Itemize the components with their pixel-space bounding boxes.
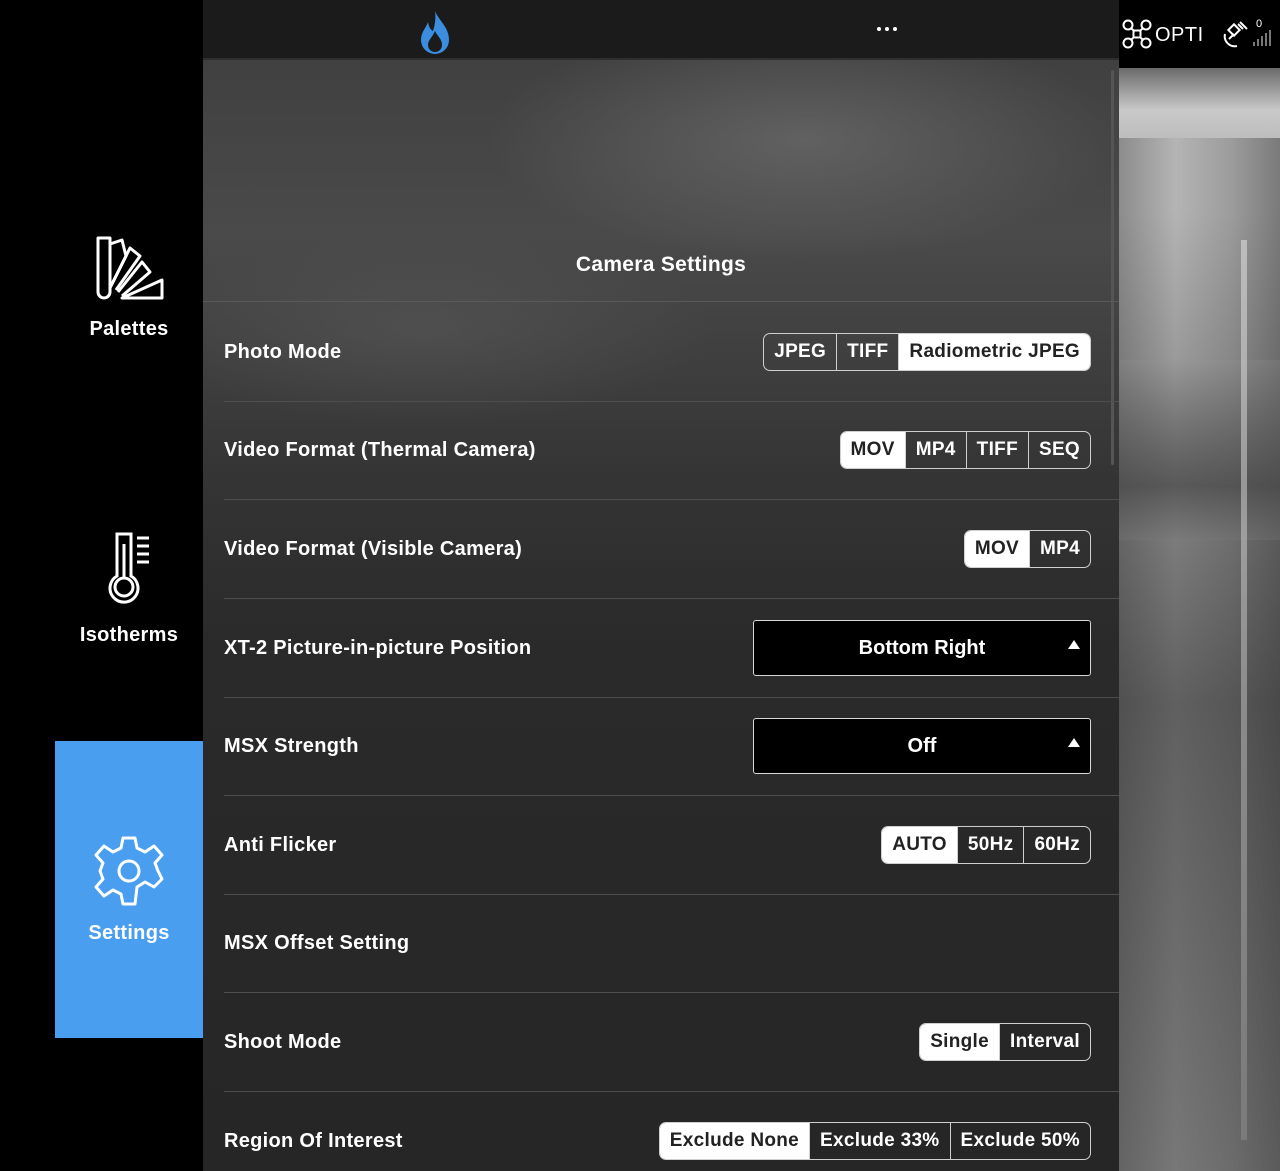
shoot-mode-single-button[interactable]: Single — [920, 1024, 999, 1060]
video-thermal-seq-button[interactable]: SEQ — [1027, 432, 1090, 468]
more-dots-icon[interactable] — [867, 14, 907, 44]
shoot-mode-interval-button[interactable]: Interval — [999, 1024, 1090, 1060]
photo-mode-tiff-button[interactable]: TIFF — [836, 334, 898, 370]
roi-segmented-control: Exclude None Exclude 33% Exclude 50% — [658, 1122, 1091, 1160]
live-view-area — [1119, 360, 1280, 540]
gear-icon — [94, 836, 164, 906]
page-title: Camera Settings — [575, 253, 747, 276]
dropdown-value: Bottom Right — [858, 636, 986, 659]
caret-up-icon — [1068, 640, 1080, 649]
video-thermal-tiff-button[interactable]: TIFF — [965, 432, 1028, 468]
setting-row-pip-position: XT-2 Picture-in-picture Position Bottom … — [224, 599, 1119, 698]
roi-exclude-33-button[interactable]: Exclude 33% — [809, 1123, 949, 1159]
sidebar: Palettes Isotherms Settings — [0, 0, 203, 1171]
caret-up-icon — [1068, 738, 1080, 747]
live-view-area — [1241, 240, 1247, 1140]
setting-row-msx-strength: MSX Strength Off — [224, 697, 1119, 796]
msx-strength-dropdown[interactable]: Off — [753, 718, 1091, 774]
setting-label: XT-2 Picture-in-picture Position — [224, 636, 532, 659]
setting-label: Region Of Interest — [224, 1129, 403, 1152]
setting-row-video-format-visible: Video Format (Visible Camera) MOV MP4 — [224, 500, 1119, 599]
setting-label: Shoot Mode — [224, 1030, 342, 1053]
sidebar-item-palettes[interactable]: Palettes — [55, 232, 203, 372]
satellite-count: 0 — [1256, 18, 1263, 30]
sidebar-item-label: Isotherms — [79, 624, 179, 646]
roi-exclude-none-button[interactable]: Exclude None — [659, 1123, 810, 1159]
setting-label: MSX Offset Setting — [224, 931, 410, 954]
setting-row-photo-mode: Photo Mode JPEG TIFF Radiometric JPEG — [224, 303, 1119, 402]
setting-row-region-of-interest: Region Of Interest Exclude None Exclude … — [224, 1092, 1119, 1171]
anti-flicker-auto-button[interactable]: AUTO — [882, 827, 957, 863]
setting-label: Video Format (Visible Camera) — [224, 537, 523, 560]
setting-row-anti-flicker: Anti Flicker AUTO 50Hz 60Hz — [224, 796, 1119, 895]
status-bar: OPTI 0 — [1119, 0, 1280, 68]
setting-label: MSX Strength — [224, 734, 359, 757]
anti-flicker-segmented-control: AUTO 50Hz 60Hz — [881, 826, 1091, 864]
photo-mode-jpeg-button[interactable]: JPEG — [764, 334, 836, 370]
photo-mode-segmented-control: JPEG TIFF Radiometric JPEG — [763, 333, 1091, 371]
video-thermal-segmented-control: MOV MP4 TIFF SEQ — [839, 431, 1091, 469]
sidebar-item-label: Palettes — [89, 318, 169, 340]
setting-label: Anti Flicker — [224, 833, 337, 856]
video-thermal-mp4-button[interactable]: MP4 — [904, 432, 966, 468]
anti-flicker-50hz-button[interactable]: 50Hz — [956, 827, 1024, 863]
dropdown-value: Off — [907, 734, 937, 757]
setting-row-shoot-mode: Shoot Mode Single Interval — [224, 993, 1119, 1092]
palettes-icon — [96, 236, 164, 300]
pip-position-dropdown[interactable]: Bottom Right — [753, 620, 1091, 676]
roi-exclude-50-button[interactable]: Exclude 50% — [949, 1123, 1090, 1159]
sidebar-item-isotherms[interactable]: Isotherms — [55, 530, 203, 670]
panel-topbar — [203, 0, 1119, 60]
setting-row-msx-offset[interactable]: MSX Offset Setting — [224, 894, 1119, 993]
sidebar-item-settings[interactable]: Settings — [55, 741, 203, 1038]
camera-settings-panel: Camera Settings Photo Mode JPEG TIFF Rad… — [203, 0, 1119, 1171]
video-visible-mp4-button[interactable]: MP4 — [1029, 531, 1090, 567]
camera-live-view[interactable]: OPTI 0 — [1119, 0, 1280, 1171]
divider — [203, 301, 1119, 302]
flame-icon[interactable] — [415, 9, 455, 57]
sidebar-item-label: Settings — [88, 922, 170, 944]
setting-row-video-format-thermal: Video Format (Thermal Camera) MOV MP4 TI… — [224, 401, 1119, 500]
video-visible-mov-button[interactable]: MOV — [964, 531, 1030, 567]
setting-label: Photo Mode — [224, 340, 342, 363]
flight-mode-label: OPTI — [1155, 24, 1204, 46]
photo-mode-radiometric-jpeg-button[interactable]: Radiometric JPEG — [898, 334, 1090, 370]
setting-label: Video Format (Thermal Camera) — [224, 438, 536, 461]
satellite-icon — [1223, 21, 1248, 48]
shoot-mode-segmented-control: Single Interval — [919, 1023, 1091, 1061]
anti-flicker-60hz-button[interactable]: 60Hz — [1023, 827, 1090, 863]
drone-icon[interactable] — [1122, 19, 1152, 49]
video-visible-segmented-control: MOV MP4 — [963, 530, 1091, 568]
live-view-area — [1119, 68, 1280, 138]
thermometer-icon — [108, 532, 149, 604]
video-thermal-mov-button[interactable]: MOV — [840, 432, 905, 468]
signal-bars-icon — [1253, 30, 1271, 46]
